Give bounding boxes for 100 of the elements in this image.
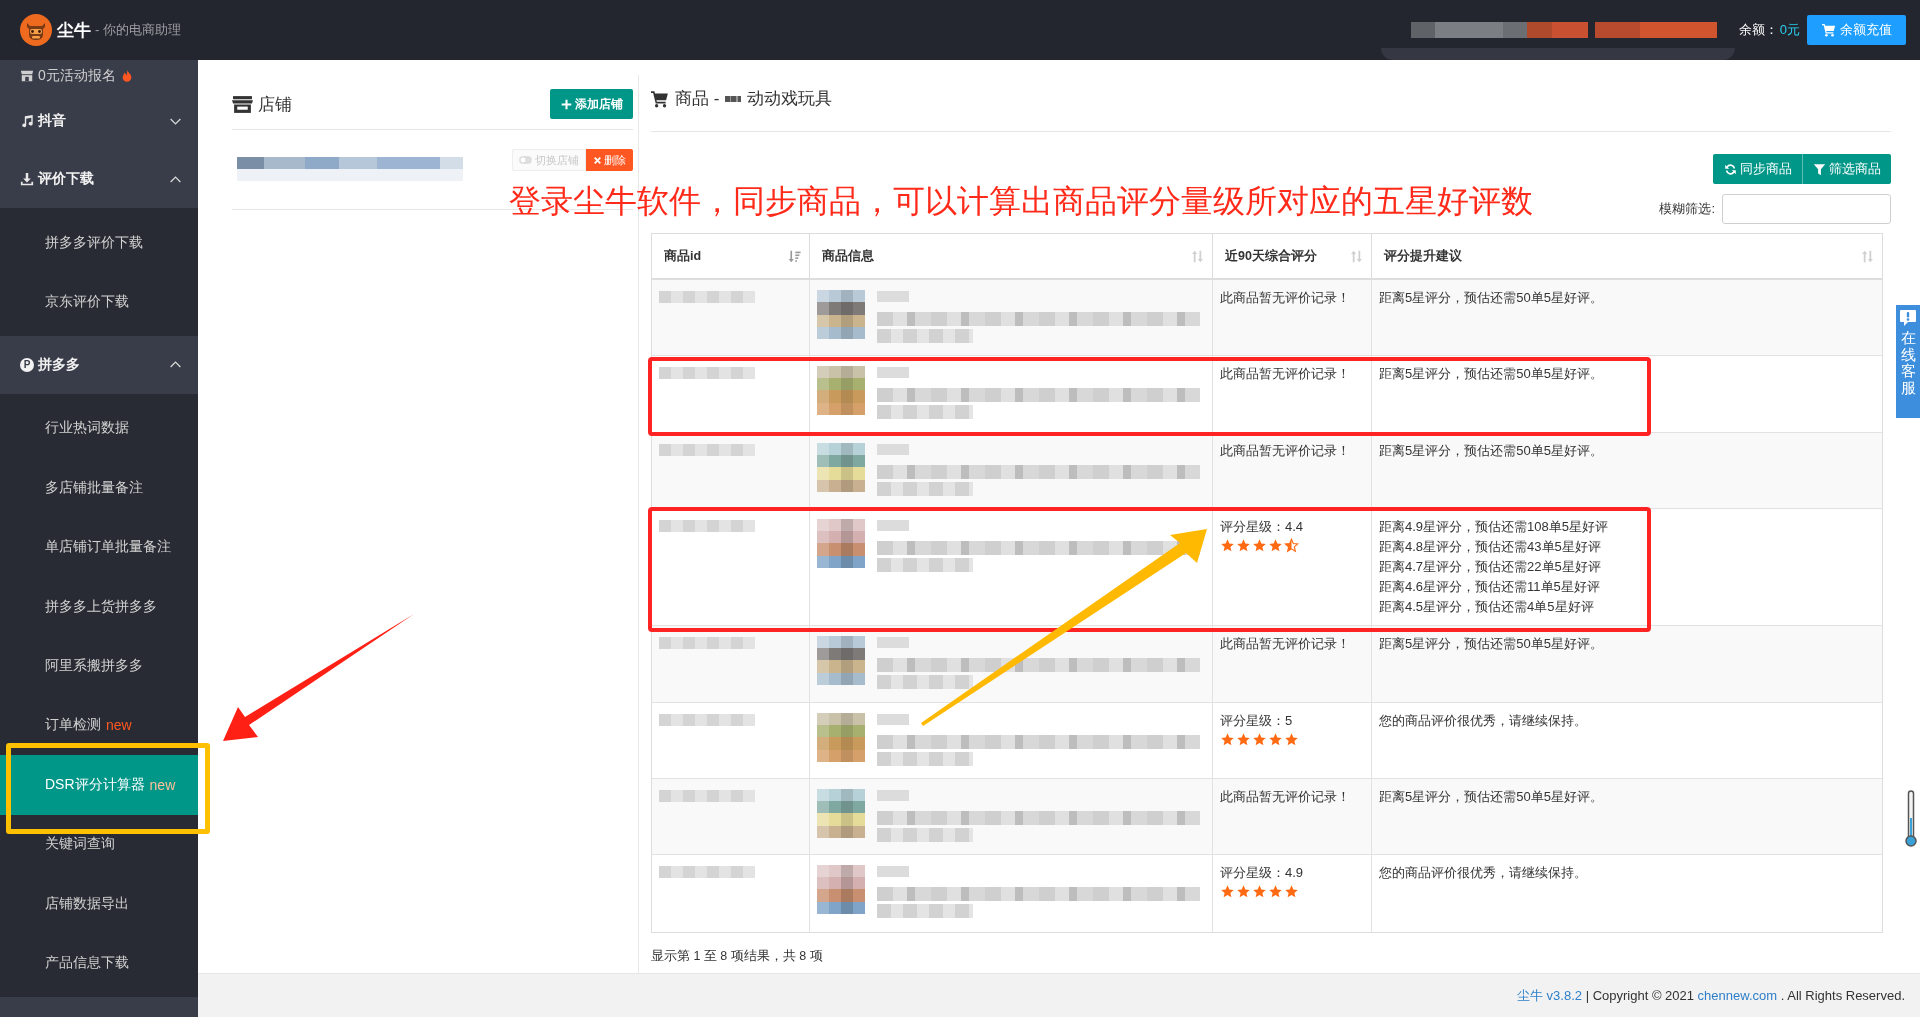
star-icon	[1220, 731, 1235, 747]
redacted-text	[877, 713, 909, 725]
star-icon	[1268, 538, 1283, 554]
column-header[interactable]: 评分提升建议	[1372, 234, 1882, 278]
redacted-text	[877, 291, 909, 302]
redacted-text	[877, 520, 909, 532]
sidebar-item[interactable]: DSR评分计算器 new	[0, 755, 198, 815]
sidebar-item[interactable]: 单店铺订单批量备注	[0, 517, 198, 577]
shop-name: 动动戏玩具	[747, 89, 833, 109]
annotation-caption: 登录尘牛软件，同步商品，可以计算出商品评分量级所对应的五星好评数	[509, 184, 1533, 220]
photo-placeholder	[817, 865, 865, 915]
score-text: 此商品暂无评价记录！	[1220, 289, 1351, 307]
shop-icon	[20, 69, 34, 83]
sidebar-item[interactable]: 关键词查询	[0, 814, 198, 874]
score-text: 评分星级：5	[1220, 711, 1294, 730]
photo-placeholder	[817, 712, 865, 762]
star-icon	[1252, 884, 1267, 900]
sidebar-item[interactable]: 订单检测 new	[0, 695, 198, 756]
photo-placeholder	[817, 366, 865, 416]
redacted-text	[877, 367, 909, 379]
star-icon	[1268, 884, 1283, 900]
filter-products-button[interactable]: 筛选商品	[1802, 154, 1891, 184]
star-icon	[1252, 538, 1267, 554]
table-summary: 显示第 1 至 8 项结果，共 8 项	[651, 947, 824, 965]
star-icon	[1220, 884, 1235, 900]
sidebar-item[interactable]: 拼多多上货拼多多	[0, 576, 198, 637]
app-name: 尘牛	[57, 19, 91, 42]
photo-placeholder	[817, 442, 865, 492]
column-header[interactable]: 近90天综合评分	[1213, 234, 1372, 278]
sidebar-group-header[interactable]: 评价下载	[0, 150, 198, 208]
star-icon	[1220, 538, 1235, 554]
sidebar-item[interactable]: 京东评价下载	[0, 272, 198, 332]
sidebar-item[interactable]: 0元活动报名	[0, 60, 198, 92]
star-icon	[1284, 884, 1299, 900]
new-label: new	[106, 717, 132, 734]
close-icon	[593, 155, 602, 165]
sidebar-item[interactable]: 店铺数据导出	[0, 873, 198, 934]
sidebar-item[interactable]: 阿里系搬拼多多	[0, 636, 198, 696]
advice-text: 距离5星评分，预估还需50单5星好评。	[1379, 289, 1604, 307]
sync-products-button[interactable]: 同步商品	[1713, 154, 1802, 184]
column-header[interactable]: 商品id	[652, 234, 810, 278]
photo-placeholder	[817, 788, 865, 838]
advice-text: 距离5星评分，预估还需50单5星好评。	[1379, 441, 1604, 460]
panel-title: 店铺	[258, 93, 292, 116]
music-note-icon	[20, 114, 34, 128]
photo-placeholder	[817, 290, 865, 339]
new-label: new	[149, 776, 176, 793]
add-store-button[interactable]: 添加店铺	[550, 89, 633, 119]
plus-icon	[560, 98, 572, 110]
copyright-text: 尘牛 v3.8.2 | Copyright © 2021 chennew.com . All Rights Reserved.	[1517, 986, 1905, 1005]
score-text: 评分星级：4.4	[1220, 518, 1305, 537]
toggle-icon	[519, 156, 532, 164]
redacted-text	[877, 443, 909, 455]
chat-alert-icon	[1899, 309, 1917, 327]
star-icon	[1268, 731, 1283, 747]
score-text: 此商品暂无评价记录！	[1220, 787, 1351, 806]
star-icon	[1284, 538, 1299, 554]
advice-text: 距离4.7星评分，预估还需22单5星好评	[1379, 558, 1602, 577]
thermometer-icon	[1905, 790, 1917, 848]
star-icon	[1236, 731, 1251, 747]
search-field[interactable]	[1722, 194, 1891, 224]
score-text: 此商品暂无评价记录！	[1220, 441, 1351, 460]
star-icon	[1236, 884, 1251, 900]
advice-text: 距离5星评分，预估还需50单5星好评。	[1379, 365, 1604, 384]
redacted-text	[877, 789, 909, 801]
redacted-text	[725, 96, 742, 102]
letter-circle-icon: P	[20, 357, 34, 372]
sidebar-item[interactable]: 产品信息下载	[0, 933, 198, 993]
version-link[interactable]: 尘牛 v3.8.2	[1517, 987, 1583, 1003]
sidebar-item[interactable]: 多店铺批量备注	[0, 458, 198, 518]
sidebar-group-header[interactable]: 抖音	[0, 92, 198, 150]
advice-text: 距离4.8星评分，预估还需43单5星好评	[1379, 538, 1602, 557]
advice-text: 距离5星评分，预估还需50单5星好评。	[1379, 787, 1604, 806]
advice-text: 您的商品评价很优秀，请继续保持。	[1379, 711, 1588, 730]
score-text: 此商品暂无评价记录！	[1220, 365, 1351, 384]
search-label: 模糊筛选:	[1659, 200, 1715, 218]
download-icon	[20, 172, 34, 186]
sidebar-item[interactable]: 行业热词数据	[0, 398, 198, 459]
photo-placeholder	[817, 636, 865, 686]
photo-placeholder	[817, 519, 865, 569]
advice-text: 您的商品评价很优秀，请继续保持。	[1379, 864, 1588, 883]
column-header[interactable]: 商品信息	[810, 234, 1213, 278]
refresh-icon	[1723, 162, 1737, 176]
panel-title: 商品 -	[675, 89, 720, 109]
funnel-icon	[1813, 162, 1826, 176]
cart-icon	[651, 90, 669, 108]
store-icon	[232, 94, 253, 114]
advice-text: 距离4.6星评分，预估还需11单5星好评	[1379, 578, 1601, 597]
star-icon	[1236, 538, 1251, 554]
app-tagline: - 你的电商助理	[95, 21, 181, 39]
star-icon	[1284, 731, 1299, 747]
advice-text: 距离4.5星评分，预估还需4单5星好评	[1379, 598, 1595, 617]
cart-icon	[1821, 23, 1836, 37]
website-link[interactable]: chennew.com	[1697, 987, 1778, 1003]
sidebar-group-header[interactable]: P 拼多多	[0, 335, 198, 394]
logo-icon	[20, 14, 52, 46]
redacted-text	[877, 866, 909, 878]
balance-label: 余额：	[1738, 21, 1778, 39]
sidebar-item[interactable]: 拼多多评价下载	[0, 213, 198, 273]
redacted-text	[877, 637, 909, 649]
